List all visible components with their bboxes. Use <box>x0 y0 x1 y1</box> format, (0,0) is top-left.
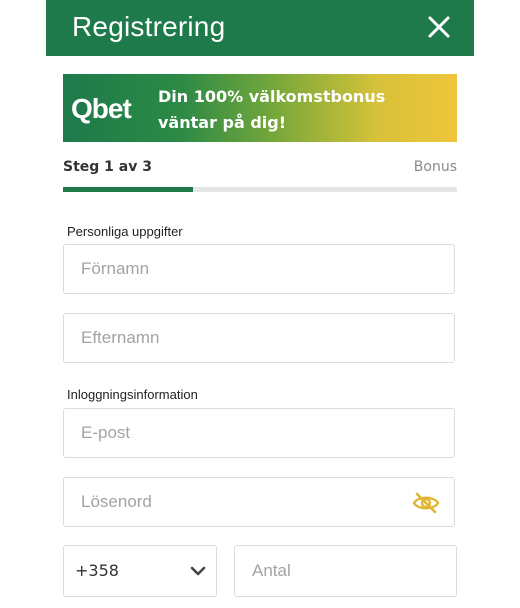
progress-fill <box>63 187 194 192</box>
eye-slash-icon[interactable] <box>412 491 440 515</box>
login-info-heading: Inloggningsinformation <box>67 387 198 402</box>
qbet-logo: Qbet <box>71 93 132 124</box>
bonus-step-label: Bonus <box>413 159 457 175</box>
first-name-field[interactable] <box>63 244 455 294</box>
email-input[interactable] <box>64 409 454 457</box>
close-button[interactable] <box>424 12 454 42</box>
svg-text:Qbet: Qbet <box>71 93 131 124</box>
phone-number-field[interactable] <box>234 545 457 597</box>
step-label: Steg 1 av 3 <box>63 159 152 175</box>
personal-info-heading: Personliga uppgifter <box>67 224 183 239</box>
close-icon <box>428 16 450 38</box>
last-name-field[interactable] <box>63 313 455 363</box>
password-field[interactable] <box>63 477 455 527</box>
modal-header: Registrering <box>46 0 474 56</box>
password-input[interactable] <box>64 478 454 526</box>
country-code-select[interactable]: +358 <box>63 545 217 597</box>
registration-modal: Registrering Qbet Din 100% välkomstbonus… <box>46 0 474 608</box>
step-indicator: Steg 1 av 3 Bonus <box>63 159 457 179</box>
welcome-bonus-banner: Qbet Din 100% välkomstbonus väntar på di… <box>63 74 457 142</box>
phone-number-input[interactable] <box>235 546 456 596</box>
first-name-input[interactable] <box>64 245 454 293</box>
modal-title: Registrering <box>72 11 226 42</box>
country-code-value: +358 <box>75 561 119 580</box>
progress-bar <box>63 187 457 192</box>
chevron-down-icon <box>190 566 206 576</box>
banner-text: Din 100% välkomstbonus väntar på dig! <box>158 87 386 132</box>
email-field[interactable] <box>63 408 455 458</box>
last-name-input[interactable] <box>64 314 454 362</box>
